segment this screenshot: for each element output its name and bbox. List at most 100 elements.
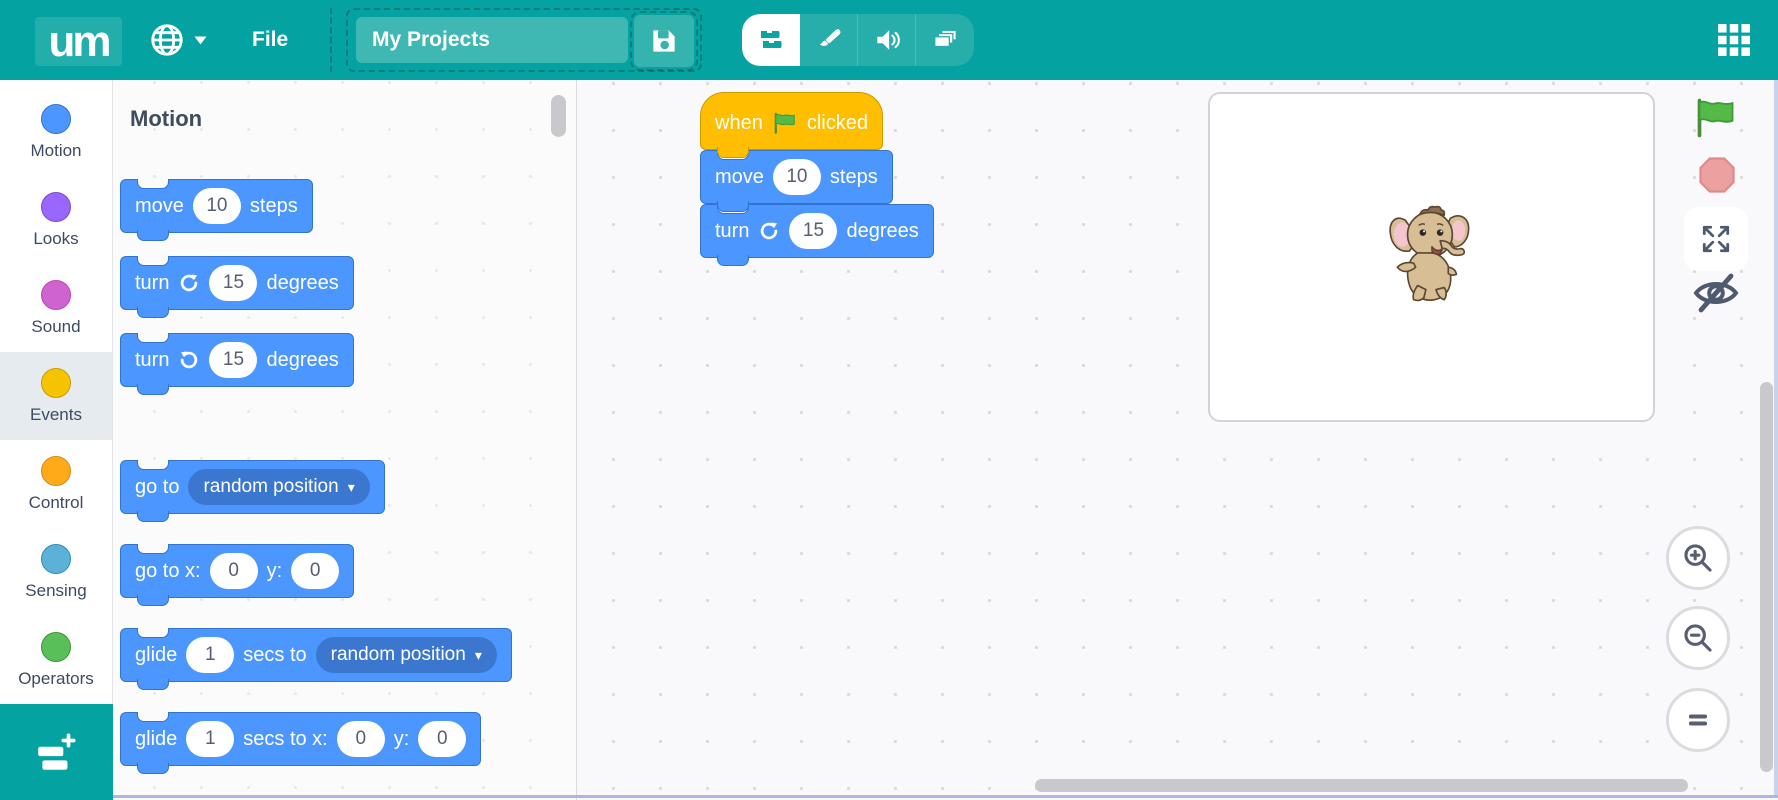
scratch-block[interactable]: turn 15 degrees (120, 255, 354, 318)
block-number-input[interactable]: 15 (789, 213, 838, 249)
block-number-input[interactable]: 0 (291, 553, 340, 589)
turn-ccw-icon (178, 349, 200, 371)
elephant-sprite[interactable] (1387, 200, 1479, 312)
apps-grid-button[interactable] (1716, 22, 1752, 58)
editor-tabbar (742, 14, 974, 66)
save-button[interactable] (630, 11, 698, 71)
sidebar-item-operators[interactable]: Operators (0, 616, 112, 704)
block-dropdown-value: random position (330, 644, 466, 665)
block-number-input[interactable]: 1 (186, 721, 235, 757)
category-label: Sound (31, 316, 81, 336)
sidebar-item-control[interactable]: Control (0, 440, 112, 528)
zoom-out-button[interactable] (1666, 606, 1730, 670)
tab-backdrops[interactable] (916, 14, 974, 66)
category-label: Events (30, 404, 82, 424)
green-flag-button[interactable] (1694, 98, 1738, 143)
block-label: turn (715, 219, 750, 242)
block-number-input[interactable]: 15 (209, 265, 258, 301)
category-color-circle (41, 543, 71, 574)
category-sidebar: Motion Looks Sound Events Control Sensing Oper… (0, 80, 113, 800)
blocks-icon (760, 31, 781, 48)
project-name-input[interactable] (356, 17, 628, 63)
scratch-block[interactable]: go to random position ▾ (120, 459, 385, 522)
horizontal-scrollbar[interactable] (1035, 779, 1688, 792)
paintbrush-icon (819, 29, 840, 46)
scratch-block[interactable]: go to x: 0 y: 0 (120, 543, 355, 606)
app-root: um File My Projects Motion Looks Sound E… (0, 0, 1778, 800)
scratch-block[interactable]: glide 1 secs to x: 0 y: 0 (120, 711, 482, 774)
eye-slash-icon (1693, 273, 1739, 313)
file-menu[interactable]: File (252, 0, 288, 80)
workspace-bottom-border (113, 795, 1778, 798)
block-label: secs to x: (243, 727, 328, 750)
stop-sign-icon (1699, 157, 1735, 193)
block-label: move (135, 194, 184, 217)
tab-code[interactable] (742, 14, 800, 66)
topbar: um File (0, 0, 1778, 80)
scratch-block[interactable]: turn 15 degrees (120, 332, 354, 395)
category-label: Looks (33, 228, 79, 248)
block-number-input[interactable]: 0 (418, 721, 467, 757)
turn-cw-icon (758, 220, 780, 242)
block-label: turn (135, 348, 170, 371)
app-logo[interactable]: um (35, 17, 122, 66)
tab-sounds[interactable] (858, 14, 916, 66)
block-dropdown-value: random position (203, 476, 339, 497)
scratch-block[interactable]: move 10 steps (120, 178, 313, 241)
app-logo-text: um (48, 16, 112, 66)
block-label: y: (266, 559, 283, 582)
block-dropdown[interactable]: random position ▾ (188, 469, 370, 505)
block-number-input[interactable]: 10 (192, 188, 241, 224)
category-color-circle (41, 103, 71, 134)
sidebar-item-sound[interactable]: Sound (0, 264, 112, 352)
block-number-input[interactable]: 1 (186, 637, 235, 673)
hide-sprite-button[interactable] (1692, 272, 1740, 319)
category-color-circle (41, 455, 71, 486)
block-number-input[interactable]: 15 (209, 342, 258, 378)
add-extension-button[interactable] (0, 704, 113, 800)
scratch-block[interactable]: move 10 steps (700, 149, 893, 212)
block-label: clicked (806, 111, 868, 134)
block-label: go to x: (135, 559, 201, 582)
tab-costumes[interactable] (800, 14, 858, 66)
turn-cw-icon (178, 272, 200, 294)
category-label: Operators (18, 668, 94, 688)
fullscreen-button[interactable] (1684, 207, 1748, 271)
sidebar-item-sensing[interactable]: Sensing (0, 528, 112, 616)
vertical-scrollbar[interactable] (1760, 382, 1773, 772)
chevron-down-icon: ▾ (474, 646, 482, 663)
category-color-circle (41, 279, 71, 310)
chevron-down-icon: ▾ (347, 478, 355, 495)
palette-header: Motion (130, 106, 203, 131)
category-color-circle (41, 191, 71, 222)
block-label: steps (829, 165, 878, 188)
block-label: y: (393, 727, 410, 750)
globe-icon (151, 24, 183, 56)
block-label: degrees (266, 348, 339, 371)
green-flag-icon (772, 111, 798, 135)
category-color-circle (41, 631, 71, 662)
block-label: glide (135, 643, 178, 666)
scratch-block[interactable]: when clicked (700, 92, 883, 158)
category-label: Sensing (25, 580, 87, 600)
sidebar-item-events[interactable]: Events (0, 352, 112, 440)
block-dropdown[interactable]: random position ▾ (315, 637, 497, 673)
block-label: go to (135, 475, 180, 498)
block-number-input[interactable]: 10 (772, 159, 821, 195)
block-label: move (715, 165, 764, 188)
scratch-block[interactable]: glide 1 secs to random position ▾ (120, 627, 512, 690)
block-number-input[interactable]: 0 (209, 553, 258, 589)
block-label: degrees (846, 219, 919, 242)
block-number-input[interactable]: 0 (336, 721, 385, 757)
zoom-reset-button[interactable] (1666, 688, 1730, 752)
scratch-block[interactable]: turn 15 degrees (700, 203, 934, 266)
category-list: Motion Looks Sound Events Control Sensing Oper… (0, 80, 112, 704)
palette-scrollbar[interactable] (551, 95, 566, 137)
sidebar-item-looks[interactable]: Looks (0, 176, 112, 264)
language-selector[interactable] (148, 0, 207, 80)
fullscreen-icon (1702, 225, 1730, 253)
stop-button[interactable] (1699, 157, 1735, 198)
sidebar-item-motion[interactable]: Motion (0, 88, 112, 176)
speaker-icon (876, 30, 900, 50)
zoom-in-button[interactable] (1666, 526, 1730, 590)
